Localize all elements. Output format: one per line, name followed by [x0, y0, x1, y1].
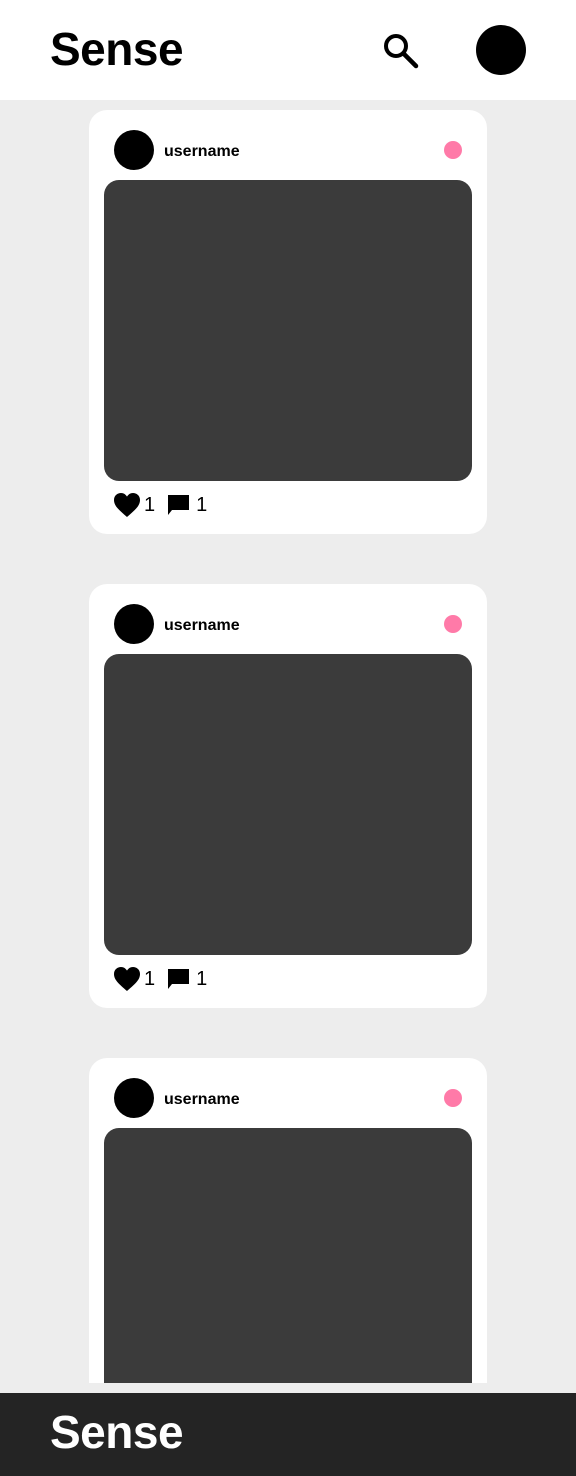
search-button[interactable] — [378, 28, 422, 72]
search-icon — [384, 34, 419, 69]
post-username[interactable]: username — [164, 1091, 240, 1109]
comment-count: 1 — [196, 968, 208, 990]
post-actions: 1 1 — [113, 492, 207, 518]
comment-icon — [168, 495, 190, 515]
post-username[interactable]: username — [164, 143, 240, 161]
comment-button[interactable]: 1 — [167, 968, 207, 990]
post-image[interactable] — [104, 180, 472, 481]
post-image[interactable] — [104, 654, 472, 955]
post-card: username 1 1 — [89, 584, 487, 1008]
profile-avatar[interactable] — [476, 25, 526, 75]
post-card: username 1 1 — [89, 110, 487, 534]
heart-icon — [114, 967, 140, 991]
like-count: 1 — [144, 968, 156, 990]
brand-logo[interactable]: Sense — [50, 20, 184, 78]
like-button[interactable]: 1 — [113, 492, 155, 518]
post-image[interactable] — [104, 1128, 472, 1383]
footer-brand-logo: Sense — [50, 1406, 184, 1458]
post-username[interactable]: username — [164, 617, 240, 635]
post-author-avatar[interactable] — [114, 130, 154, 170]
like-count: 1 — [144, 494, 156, 516]
like-button[interactable]: 1 — [113, 966, 155, 992]
post-author-avatar[interactable] — [114, 604, 154, 644]
post-feed: username 1 1 username 1 1 username — [0, 100, 576, 1383]
status-dot[interactable] — [444, 1089, 462, 1107]
status-dot[interactable] — [444, 615, 462, 633]
post-actions: 1 1 — [113, 966, 207, 992]
post-author-avatar[interactable] — [114, 1078, 154, 1118]
status-dot[interactable] — [444, 141, 462, 159]
comment-button[interactable]: 1 — [167, 494, 207, 516]
comment-icon — [168, 969, 190, 989]
comment-count: 1 — [196, 494, 208, 516]
app-page: Sense username 1 1 username 1 1 username… — [0, 0, 576, 1476]
heart-icon — [114, 493, 140, 517]
top-bar: Sense — [0, 0, 576, 100]
bottom-bar: Sense — [0, 1393, 576, 1476]
post-card: username — [89, 1058, 487, 1383]
